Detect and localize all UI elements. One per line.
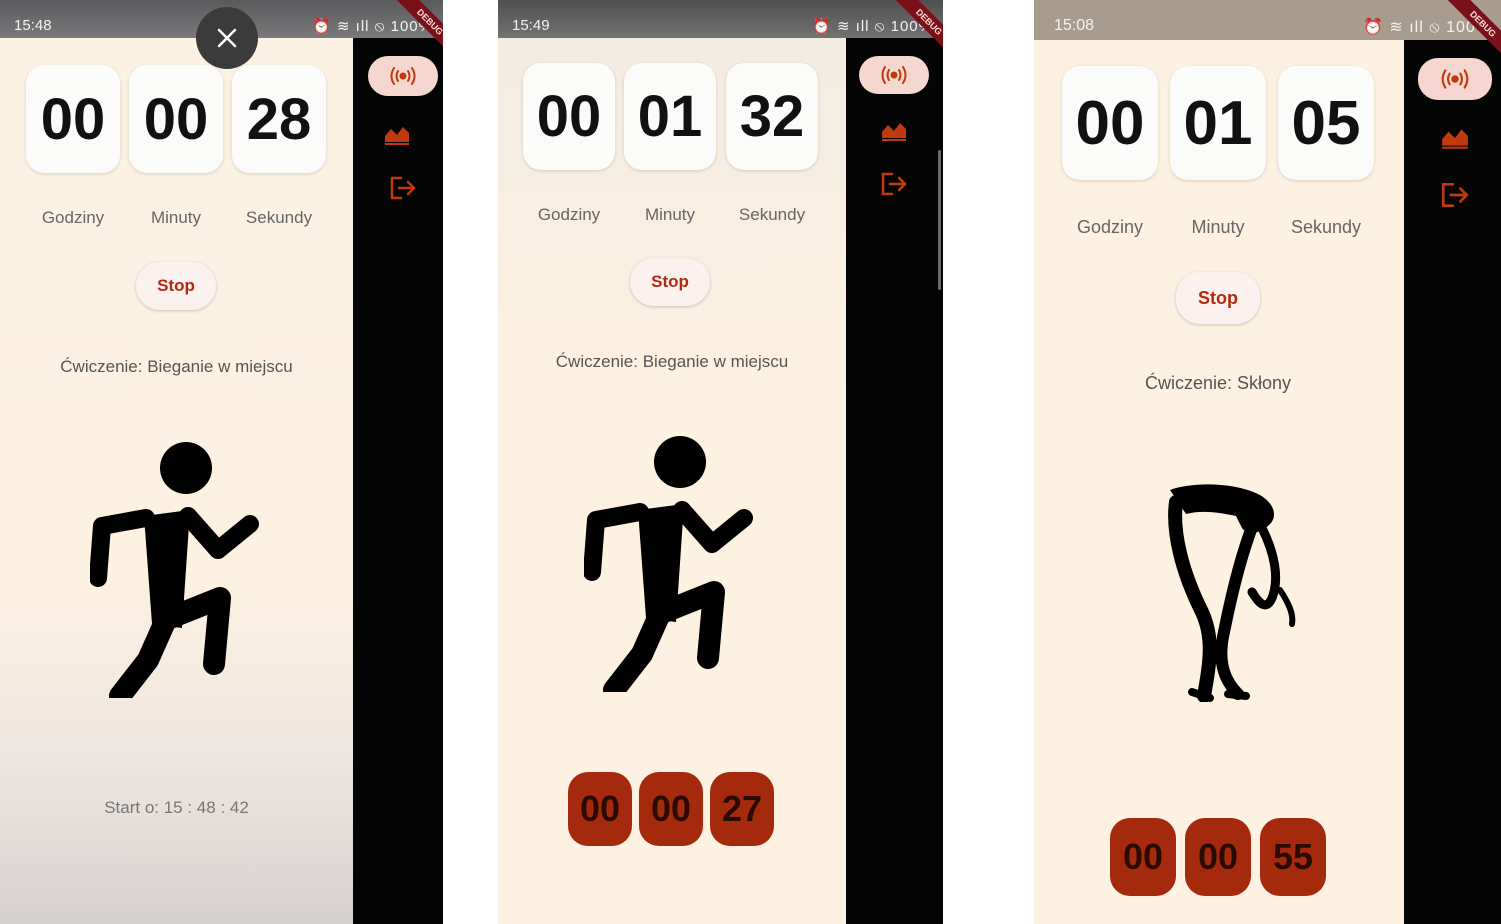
seconds-label: Sekundy	[1290, 217, 1362, 237]
hours-digit: 00	[26, 65, 120, 173]
phone-screen-3: 00 01 05 Godziny Minuty Sekundy Stop Ćwi…	[1034, 0, 1501, 924]
start-time-label: Start o: 15 : 48 : 42	[104, 798, 249, 817]
minutes-digit: 01	[1170, 66, 1266, 180]
broadcast-icon	[390, 67, 416, 85]
countdown-minutes: 00	[1185, 818, 1251, 896]
stop-button[interactable]: Stop	[1176, 272, 1260, 324]
chart-icon	[385, 127, 409, 145]
hours-label: Godziny	[1076, 217, 1144, 237]
rail-chart-button[interactable]	[1435, 118, 1475, 156]
logout-icon	[881, 172, 907, 196]
broadcast-icon	[1441, 69, 1469, 89]
scrollbar[interactable]	[938, 150, 941, 290]
seconds-digit: 28	[232, 65, 326, 173]
rail-logout-button[interactable]	[383, 170, 423, 206]
seconds-label: Sekundy	[738, 205, 806, 224]
status-bar: 15:49 ⏰ ≋ ıll ⦸ 100%	[498, 0, 943, 38]
side-rail	[846, 38, 943, 924]
exercise-label: Ćwiczenie: Bieganie w miejscu	[555, 352, 789, 371]
seconds-digit: 05	[1278, 66, 1374, 180]
status-bar: 15:08 ⏰ ≋ ıll ⦸ 100%	[1034, 0, 1501, 40]
running-figure-icon	[584, 436, 753, 692]
logout-icon	[1441, 182, 1469, 208]
close-button[interactable]	[196, 7, 258, 69]
rail-chart-button[interactable]	[874, 112, 914, 148]
broadcast-icon	[881, 66, 907, 84]
status-time: 15:08	[1054, 17, 1095, 34]
timer-content: 00 00 28 Godziny Minuty Sekundy Stop Ćwi…	[0, 38, 353, 924]
status-icons: ⏰ ≋ ıll ⦸ 100%	[312, 18, 433, 35]
hours-digit: 00	[523, 63, 615, 170]
minutes-digit: 01	[624, 63, 716, 170]
side-rail	[1404, 40, 1501, 924]
rail-logout-button[interactable]	[1435, 176, 1475, 214]
countdown-seconds: 55	[1260, 818, 1326, 896]
minutes-label: Minuty	[644, 205, 696, 224]
rail-logout-button[interactable]	[874, 166, 914, 202]
minutes-digit: 00	[129, 65, 223, 173]
status-time: 15:48	[14, 17, 52, 34]
timer-content: 00 01 32 Godziny Minuty Sekundy Stop Ćwi…	[498, 38, 846, 924]
minutes-label: Minuty	[150, 208, 202, 227]
timer-content: 00 01 05 Godziny Minuty Sekundy Stop Ćwi…	[1034, 38, 1404, 924]
countdown-minutes: 00	[639, 772, 703, 846]
countdown-seconds: 27	[710, 772, 774, 846]
stop-button[interactable]: Stop	[630, 258, 710, 306]
exercise-label: Ćwiczenie: Skłony	[1144, 373, 1292, 393]
chart-icon	[882, 123, 906, 141]
rail-chart-button[interactable]	[383, 116, 411, 152]
seconds-digit: 32	[726, 63, 818, 170]
status-time: 15:49	[512, 17, 550, 34]
minutes-label: Minuty	[1191, 217, 1245, 237]
rail-broadcast-button[interactable]	[1418, 58, 1492, 100]
logout-icon	[390, 176, 416, 200]
phone-screen-2: 00 01 32 Godziny Minuty Sekundy Stop Ćwi…	[498, 0, 943, 924]
hours-label: Godziny	[537, 205, 601, 224]
seconds-label: Sekundy	[245, 208, 313, 227]
running-figure-icon	[90, 442, 259, 698]
countdown-hours: 00	[568, 772, 632, 846]
close-icon	[217, 28, 237, 48]
countdown-hours: 00	[1110, 818, 1176, 896]
phone-screen-1: 00 00 28 Godziny Minuty Sekundy Stop Ćwi…	[0, 0, 443, 924]
rail-broadcast-button[interactable]	[859, 56, 929, 94]
chart-icon	[1442, 129, 1468, 149]
hours-digit: 00	[1062, 66, 1158, 180]
side-rail	[353, 38, 443, 924]
rail-broadcast-button[interactable]	[368, 56, 438, 96]
stop-button[interactable]: Stop	[136, 262, 216, 310]
forward-bend-figure-icon	[1168, 484, 1296, 702]
exercise-label: Ćwiczenie: Bieganie w miejscu	[60, 357, 293, 376]
hours-label: Godziny	[41, 208, 105, 227]
